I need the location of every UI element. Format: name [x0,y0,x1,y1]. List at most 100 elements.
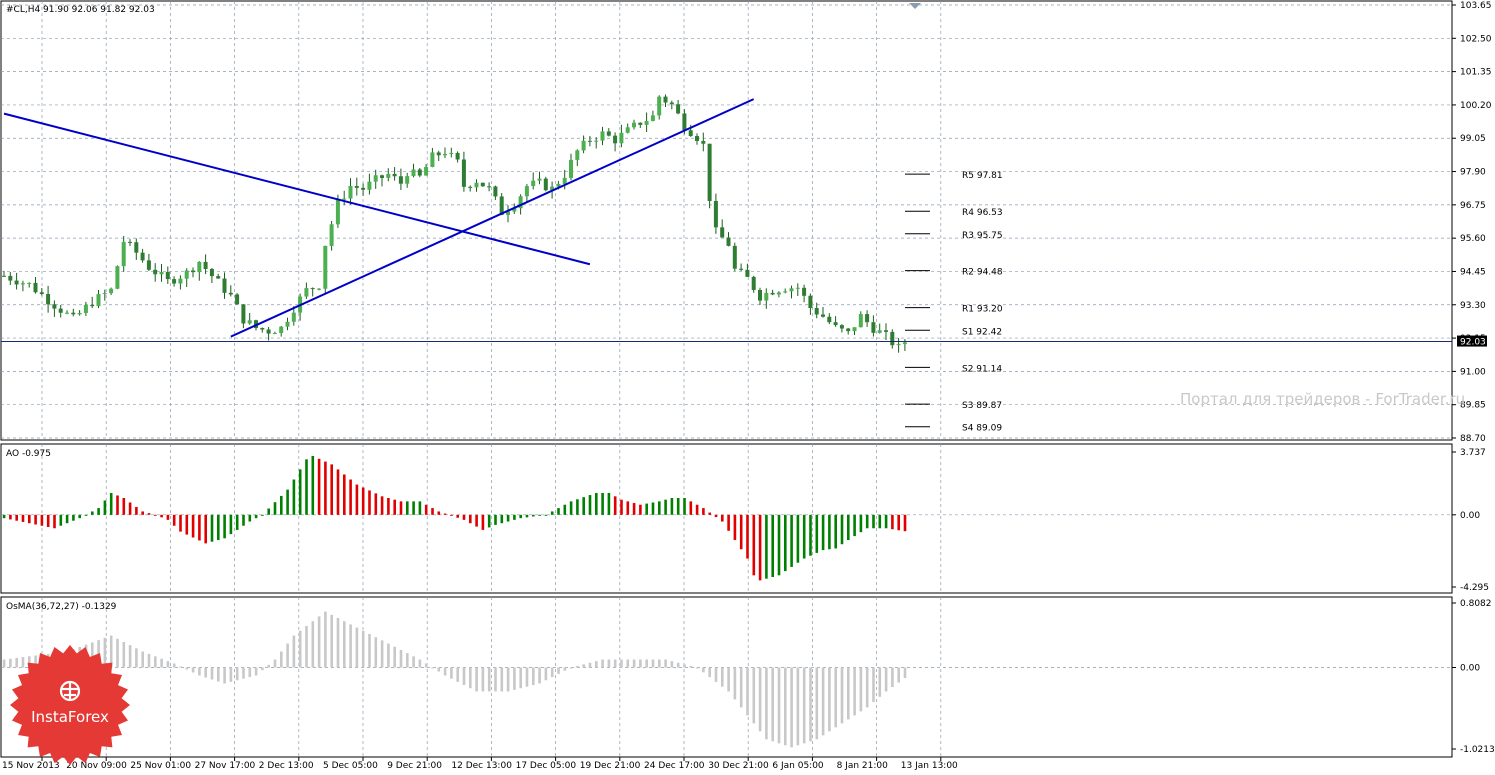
osma-bar [261,667,264,671]
x-tick-label: 13 Jan 13:00 [901,761,958,771]
candle-body [386,173,391,178]
osma-bar [576,665,579,668]
candle-body [493,186,498,197]
candle-body [392,173,397,177]
pivot-label: S3 89.87 [962,401,1002,411]
candle-body [871,322,876,333]
candle-body [197,261,202,273]
candle-body [247,320,252,324]
osma-bar [424,663,428,668]
candle-body [71,312,76,315]
osma-bar [286,643,289,668]
ao-bar [116,495,119,515]
candle-body [165,272,170,280]
osma-bar [336,618,340,668]
ao-bar [431,508,434,515]
osma-bar [815,667,819,740]
ao-bar [204,514,207,544]
osma-bar [494,667,497,692]
ao-bar [620,499,623,515]
ao-bar [40,514,44,526]
ao-bar [891,514,894,530]
osma-bar [223,667,226,684]
ao-bar [103,500,107,515]
ao-bar [122,498,126,515]
candle-body [2,275,6,277]
ao-bar [393,499,396,515]
candle-body [96,294,101,307]
osma-bar [9,658,12,668]
candle-body [865,314,870,323]
ao-bar [758,514,762,581]
ao-bar [903,514,907,532]
y-tick-label: 0.00 [1460,663,1480,673]
ao-bar [292,479,296,515]
main-panel-frame [0,0,1453,441]
osma-title: OsMA(36,72,27) -0.1329 [6,602,117,612]
ao-bar [361,487,365,515]
osma-bar [368,633,371,668]
osma-bar [821,667,825,736]
osma-bar [487,667,491,692]
ao-bar [733,514,737,541]
candle-body [449,152,454,154]
logo-text: InstaForex [31,708,109,726]
osma-bar [752,667,756,724]
candle-body [279,326,284,334]
candle-body [329,224,334,246]
osma-bar [103,637,107,668]
osma-bar [563,667,567,671]
ao-bar [746,514,749,559]
candle-body [153,269,158,275]
osma-bar [601,659,604,668]
candle-body [178,278,183,284]
candle-body [802,287,807,296]
ao-bar [884,514,888,529]
osma-bar [248,667,252,678]
ao-bar [28,514,31,524]
osma-bar [733,667,737,700]
ao-bar [506,514,510,522]
osma-bar [796,667,800,746]
osma-bar [620,659,623,668]
ao-bar [859,514,863,533]
candle-body [764,292,769,301]
candle-body [594,140,599,142]
candle-body [638,122,643,125]
candle-body [902,342,907,345]
ao-bar [689,501,693,515]
candle-body [770,292,775,295]
candle-body [474,182,479,188]
ao-bar [765,514,768,579]
candle-body [833,322,838,326]
y-tick-label: 0.8082 [1460,599,1492,609]
osma-bar [853,667,856,716]
pivot-label: R1 93.20 [962,305,1003,315]
pivot-label: S1 92.42 [962,327,1002,337]
ao-bar [324,461,327,515]
osma-bar [292,635,296,668]
osma-bar [607,659,611,668]
candle-body [487,186,492,188]
y-tick-label: 99.05 [1460,134,1486,144]
osma-bar [519,667,522,689]
osma-bar [828,667,831,732]
ao-bar [72,514,75,521]
candle-body [581,140,586,151]
candle-body [562,177,567,184]
candle-body [20,283,25,285]
y-tick-label: -1.0213 [1460,745,1495,755]
ao-bar [664,499,667,515]
ao-bar [670,498,674,515]
ao-bar [109,492,113,515]
ao-bar [305,459,308,515]
ao-bar [809,514,812,556]
y-axis-ticks: 103.65 102.50 101.35 100.20 99.05 97.90 96.75 9… [1452,1,1495,755]
ao-bar [97,508,100,515]
candle-body [424,166,429,176]
ao-bar [21,514,25,522]
osma-bar [330,614,333,668]
candle-body [304,288,309,297]
candle-body [159,272,164,275]
osma-bar [172,663,176,668]
